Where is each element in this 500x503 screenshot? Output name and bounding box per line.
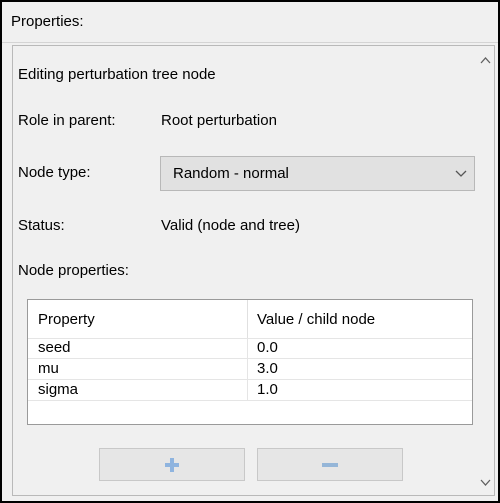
- scroll-down-arrow-icon[interactable]: [479, 476, 492, 489]
- panel-heading: Editing perturbation tree node: [18, 66, 216, 83]
- add-property-button[interactable]: [99, 448, 245, 481]
- properties-title: Properties:: [11, 13, 84, 30]
- cell-divider: [247, 338, 248, 358]
- column-header-property[interactable]: Property: [38, 311, 95, 329]
- property-name-cell: mu: [38, 360, 59, 377]
- table-body: seed 0.0 mu 3.0 sigma 1.0: [28, 338, 472, 401]
- role-value: Root perturbation: [161, 112, 277, 129]
- vertical-scrollbar[interactable]: [477, 46, 494, 495]
- property-name-cell: seed: [38, 339, 71, 356]
- chevron-down-icon: [454, 166, 468, 180]
- column-divider: [247, 300, 248, 338]
- property-value-cell[interactable]: 3.0: [257, 360, 278, 378]
- status-label: Status:: [18, 217, 65, 234]
- cell-divider: [247, 359, 248, 379]
- table-header: Property Value / child node: [28, 300, 472, 339]
- node-type-label: Node type:: [18, 164, 91, 181]
- table-row[interactable]: sigma 1.0: [28, 380, 472, 401]
- property-value-cell[interactable]: 1.0: [257, 381, 278, 399]
- property-value-cell[interactable]: 0.0: [257, 339, 278, 357]
- properties-header: Properties:: [2, 2, 498, 43]
- node-properties-table: Property Value / child node seed 0.0 mu …: [27, 299, 473, 425]
- cell-divider: [247, 380, 248, 400]
- table-row[interactable]: seed 0.0: [28, 338, 472, 359]
- node-editor-panel: Editing perturbation tree node Role in p…: [12, 45, 495, 496]
- node-type-selected-value: Random - normal: [173, 165, 289, 182]
- role-label: Role in parent:: [18, 112, 116, 129]
- scroll-up-arrow-icon[interactable]: [479, 54, 492, 67]
- status-value: Valid (node and tree): [161, 217, 300, 234]
- property-name-cell: sigma: [38, 381, 79, 398]
- table-row[interactable]: mu 3.0: [28, 359, 472, 380]
- column-header-value[interactable]: Value / child node: [257, 311, 375, 329]
- node-properties-label: Node properties:: [18, 262, 129, 279]
- properties-window: Properties: Editing perturbation tree no…: [0, 0, 500, 503]
- remove-property-button[interactable]: [257, 448, 403, 481]
- node-type-dropdown[interactable]: Random - normal: [160, 156, 475, 191]
